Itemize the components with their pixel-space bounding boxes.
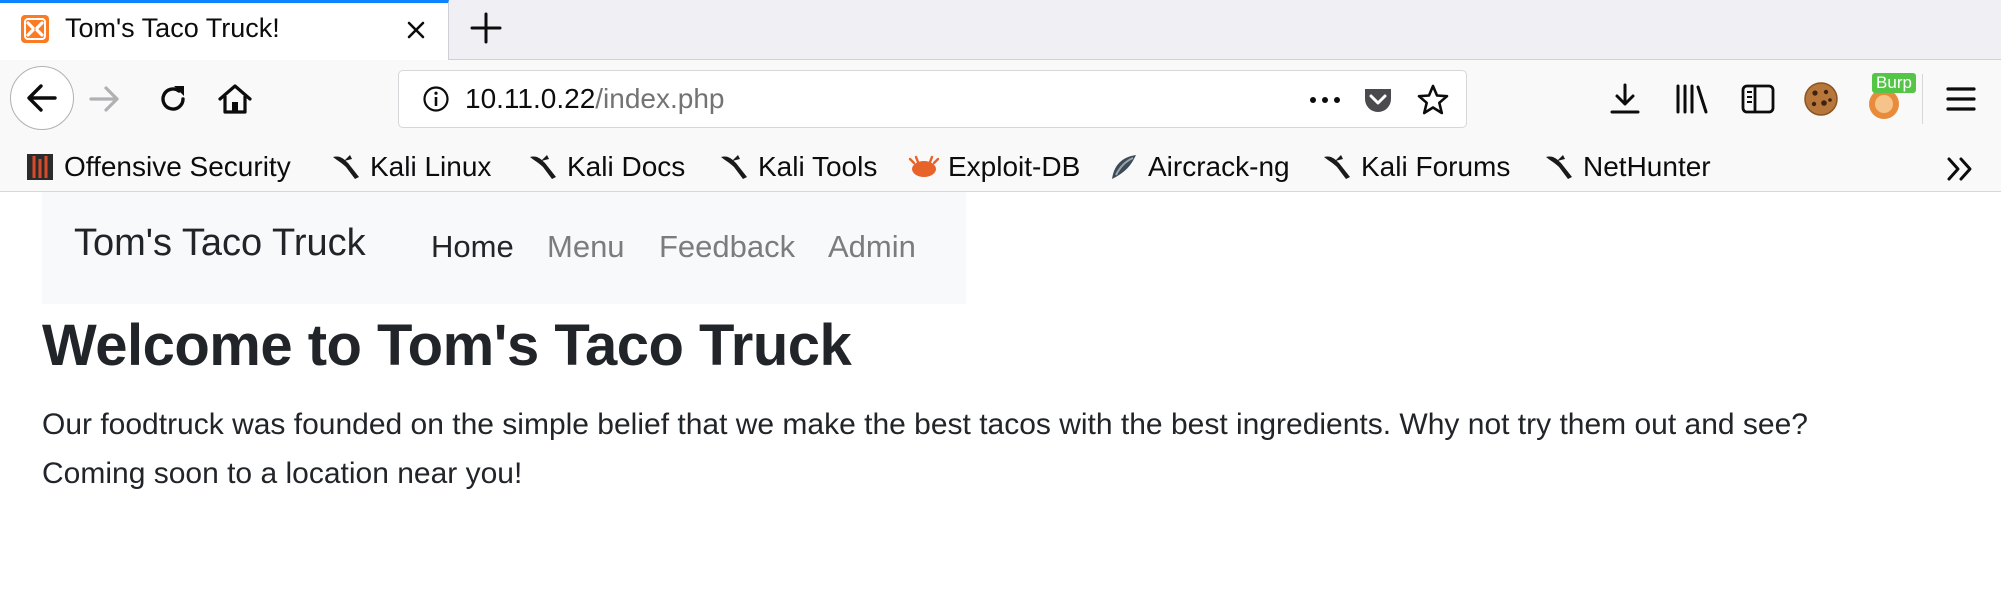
intro-text: Our foodtruck was founded on the simple … <box>42 400 1982 498</box>
bookmark-kali-forums[interactable]: Kali Forums <box>1321 148 1510 186</box>
kali-dragon-icon <box>1543 151 1575 183</box>
bookmark-label: Kali Tools <box>758 151 878 182</box>
bookmark-aircrack-ng[interactable]: Aircrack-ng <box>1108 148 1290 186</box>
more-actions-icon[interactable] <box>1307 85 1343 115</box>
bookmark-kali-linux[interactable]: Kali Linux <box>330 148 491 186</box>
kali-dragon-icon <box>1321 151 1353 183</box>
bookmark-nethunter[interactable]: NetHunter <box>1543 148 1711 186</box>
bookmark-label: Exploit-DB <box>948 151 1081 182</box>
url-text[interactable]: 10.11.0.22/index.php <box>465 83 724 115</box>
download-icon[interactable] <box>1606 80 1644 118</box>
forward-arrow-icon[interactable] <box>86 80 124 118</box>
reload-icon[interactable] <box>154 80 192 118</box>
url-path: /index.php <box>595 83 725 114</box>
bookmark-label: Kali Forums <box>1361 151 1511 182</box>
home-icon[interactable] <box>216 80 254 118</box>
pocket-icon[interactable] <box>1361 83 1395 117</box>
exploit-db-icon <box>908 151 940 183</box>
kali-dragon-icon <box>330 151 362 183</box>
burp-extension-icon[interactable]: Burp <box>1862 72 1918 124</box>
hamburger-menu-icon[interactable] <box>1942 82 1980 116</box>
cookie-icon[interactable] <box>1800 78 1842 120</box>
burp-badge-label: Burp <box>1876 73 1912 92</box>
url-host: 10.11.0.22 <box>465 83 596 114</box>
nav-link-menu[interactable]: Menu <box>547 229 625 265</box>
bookmark-offensive-security[interactable]: Offensive Security <box>24 148 291 186</box>
intro-line-2: Coming soon to a location near you! <box>42 457 523 490</box>
bookmark-label: Kali Docs <box>567 151 686 182</box>
bookmarks-toolbar: Offensive Security Kali Linux Kali Docs … <box>0 144 2001 192</box>
sidebar-icon[interactable] <box>1738 80 1778 118</box>
bookmark-kali-tools[interactable]: Kali Tools <box>718 148 877 186</box>
bookmark-exploit-db[interactable]: Exploit-DB <box>908 148 1080 186</box>
tab-strip: Tom's Taco Truck! <box>0 0 2001 60</box>
bookmark-kali-docs[interactable]: Kali Docs <box>527 148 685 186</box>
bookmark-label: Kali Linux <box>370 151 492 182</box>
bookmark-label: Offensive Security <box>64 151 291 182</box>
intro-line-1: Our foodtruck was founded on the simple … <box>42 408 1808 441</box>
kali-dragon-icon <box>527 151 559 183</box>
tab-title: Tom's Taco Truck! <box>65 13 280 43</box>
site-brand[interactable]: Tom's Taco Truck <box>74 222 366 265</box>
library-icon[interactable] <box>1672 80 1712 118</box>
navigation-toolbar: 10.11.0.22/index.php Burp <box>0 60 2001 144</box>
offsec-icon <box>24 151 56 183</box>
aircrack-icon <box>1108 151 1140 183</box>
close-icon[interactable] <box>399 13 433 47</box>
toolbar-divider <box>1922 74 1923 124</box>
page-title: Welcome to Tom's Taco Truck <box>42 313 852 378</box>
bookmark-label: NetHunter <box>1583 151 1711 182</box>
back-arrow-icon[interactable] <box>10 66 74 130</box>
nav-link-admin[interactable]: Admin <box>828 229 916 265</box>
url-bar[interactable]: 10.11.0.22/index.php <box>398 70 1467 128</box>
browser-tab[interactable]: Tom's Taco Truck! <box>0 0 449 60</box>
site-navbar: Tom's Taco Truck Home Menu Feedback Admi… <box>42 192 966 304</box>
nav-link-feedback[interactable]: Feedback <box>659 229 795 265</box>
bookmark-star-icon[interactable] <box>1415 82 1451 118</box>
chevron-double-right-icon[interactable] <box>1942 152 1978 186</box>
kali-dragon-icon <box>718 151 750 183</box>
new-tab-plus-icon[interactable] <box>466 8 506 48</box>
xampp-icon <box>21 15 49 43</box>
nav-link-home[interactable]: Home <box>431 229 514 265</box>
info-icon[interactable] <box>421 84 451 114</box>
bookmark-label: Aircrack-ng <box>1148 151 1290 182</box>
